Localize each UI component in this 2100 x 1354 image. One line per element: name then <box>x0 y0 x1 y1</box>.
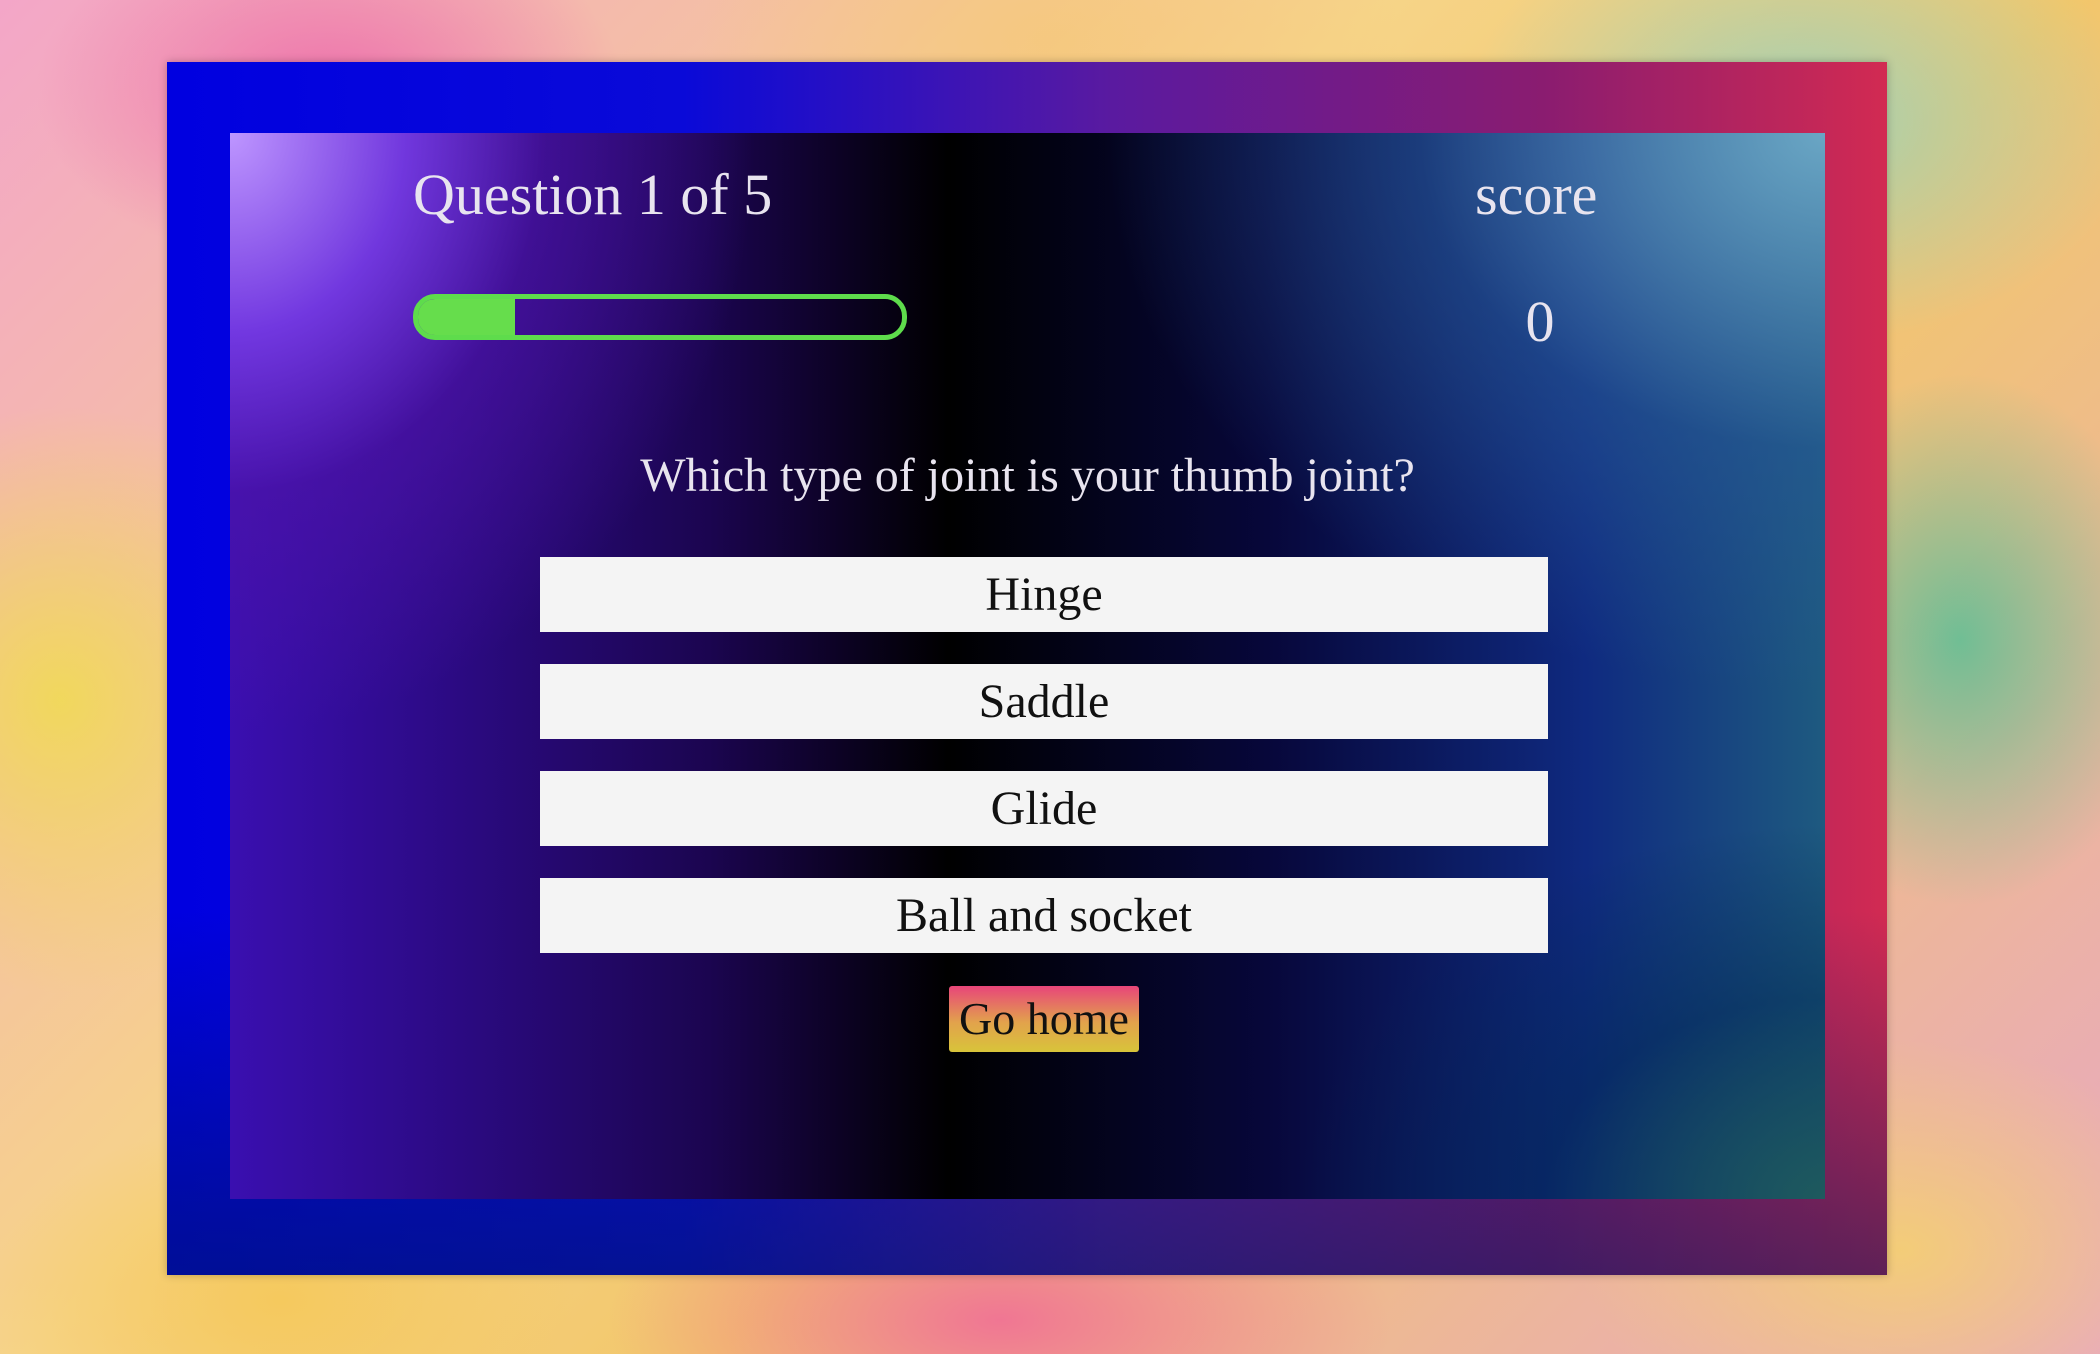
score-label: score <box>1475 162 1598 227</box>
page-background: { "quiz": { "question_counter": "Questio… <box>0 0 2100 1354</box>
question-counter: Question 1 of 5 <box>413 162 773 227</box>
answer-choice-ball-and-socket[interactable]: Ball and socket <box>540 878 1548 953</box>
question-text: Which type of joint is your thumb joint? <box>640 449 1415 502</box>
quiz-outer-frame: Question 1 of 5 score 0 Which type of jo… <box>167 62 1887 1275</box>
answer-choice-glide[interactable]: Glide <box>540 771 1548 846</box>
answer-choice-hinge[interactable]: Hinge <box>540 557 1548 632</box>
score-value: 0 <box>1525 289 1555 354</box>
quiz-panel: Question 1 of 5 score 0 Which type of jo… <box>230 133 1825 1199</box>
answer-choices: Hinge Saddle Glide Ball and socket <box>540 557 1548 985</box>
answer-choice-saddle[interactable]: Saddle <box>540 664 1548 739</box>
progress-bar <box>413 294 907 340</box>
go-home-button[interactable]: Go home <box>949 986 1139 1052</box>
progress-bar-fill <box>418 299 515 335</box>
